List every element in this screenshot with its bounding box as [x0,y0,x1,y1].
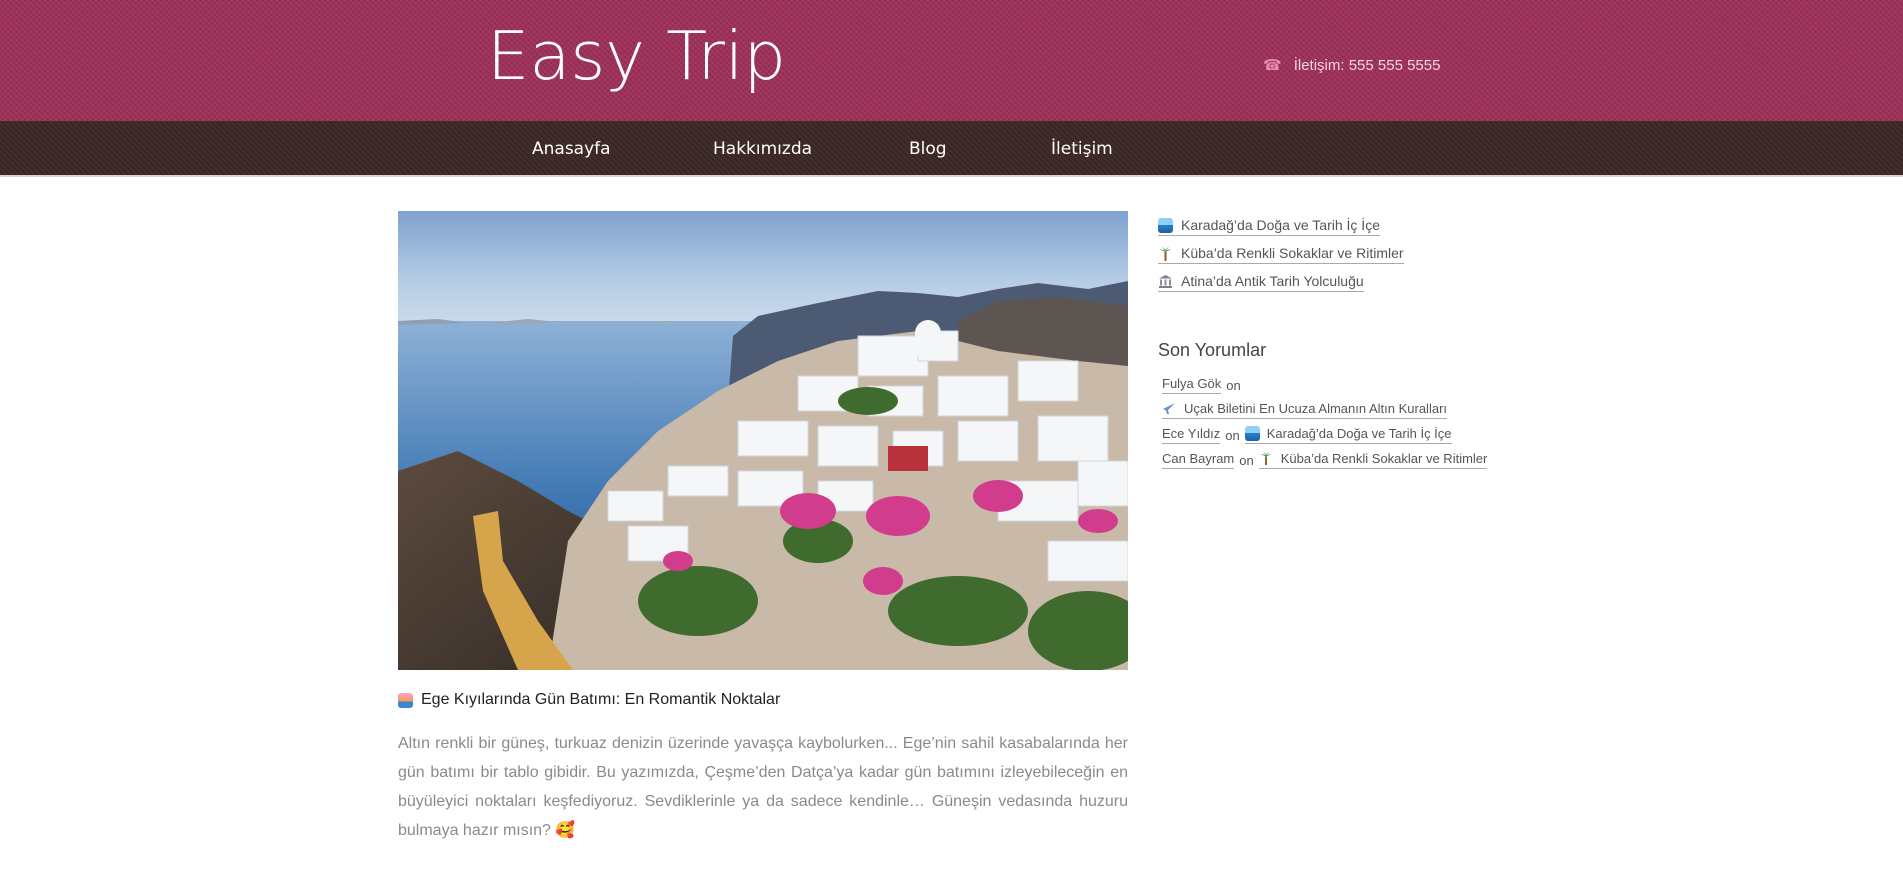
contact-text: İletişim: 555 555 5555 [1293,56,1441,74]
comment-row: Ece Yıldız on Karadağ’da Doğa ve Tarih İ… [1162,426,1452,444]
comment-author-link[interactable]: Ece Yıldız [1162,426,1221,444]
nav-item-blog[interactable]: Blog [909,139,947,159]
recent-post-label: Küba’da Renkli Sokaklar ve Ritimler [1181,245,1404,261]
header-contact: ☎ İletişim: 555 555 5555 [1263,55,1440,75]
post-title[interactable]: Ege Kıyılarında Gün Batımı: En Romantik … [398,691,780,709]
nav-item-iletisim[interactable]: İletişim [1051,139,1113,159]
palm-tree-icon [1158,246,1173,261]
recent-comments-title: Son Yorumlar [1158,340,1267,360]
santorini-coast-photo[interactable] [398,211,1128,670]
comment-row: Can Bayram on Küba’da Renkli Sokaklar ve… [1162,451,1488,469]
comment-row: Uçak Biletini En Ucuza Almanın Altın Kur… [1162,401,1448,419]
comment-post-label: Karadağ’da Doğa ve Tarih İç İçe [1266,426,1452,441]
seaside-icon [1244,426,1260,441]
recent-post-label: Karadağ’da Doğa ve Tarih İç İçe [1181,217,1380,233]
comment-author-link[interactable]: Fulya Gök [1162,376,1222,394]
nav-item-hakkimizda[interactable]: Hakkımızda [713,139,812,159]
recent-post-item: Küba’da Renkli Sokaklar ve Ritimler [1158,245,1404,266]
comment-post-label: Uçak Biletini En Ucuza Almanın Altın Kur… [1184,401,1448,416]
comment-post-link[interactable]: Uçak Biletini En Ucuza Almanın Altın Kur… [1162,401,1448,419]
sunset-icon [398,692,413,708]
comment-on-text: on [1239,452,1254,468]
comment-post-link[interactable]: Küba’da Renkli Sokaklar ve Ritimler [1258,451,1488,469]
site-header: Easy Trip ☎ İletişim: 555 555 5555 [0,0,1903,121]
nav-item-anasayfa[interactable]: Anasayfa [532,139,611,159]
comment-author-link[interactable]: Can Bayram [1162,451,1235,469]
recent-post-item: Atina’da Antik Tarih Yolculuğu [1158,273,1364,294]
site-logo[interactable]: Easy Trip [487,18,786,94]
comment-post-label: Küba’da Renkli Sokaklar ve Ritimler [1280,451,1488,466]
airplane-icon [1162,401,1177,416]
recent-post-label: Atina’da Antik Tarih Yolculuğu [1181,273,1364,289]
phone-icon: ☎ [1263,57,1282,74]
comment-post-link[interactable]: Karadağ’da Doğa ve Tarih İç İçe [1244,426,1452,444]
recent-post-item: Karadağ’da Doğa ve Tarih İç İçe [1158,217,1380,238]
post-excerpt: Altın renkli bir güneş, turkuaz denizin … [398,735,1128,839]
comment-on-text: on [1226,377,1241,393]
recent-post-link[interactable]: Küba’da Renkli Sokaklar ve Ritimler [1158,245,1404,264]
seaside-icon [1158,217,1173,233]
recent-post-link[interactable]: Karadağ’da Doğa ve Tarih İç İçe [1158,217,1380,236]
post-title-text: Ege Kıyılarında Gün Batımı: En Romantik … [421,691,781,708]
comment-on-text: on [1225,427,1240,443]
main-nav: Anasayfa Hakkımızda Blog İletişim [0,121,1903,177]
classical-building-icon [1158,274,1173,289]
palm-tree-icon [1259,451,1274,466]
comment-row: Fulya Gök on [1162,376,1241,394]
recent-post-link[interactable]: Atina’da Antik Tarih Yolculuğu [1158,273,1364,292]
